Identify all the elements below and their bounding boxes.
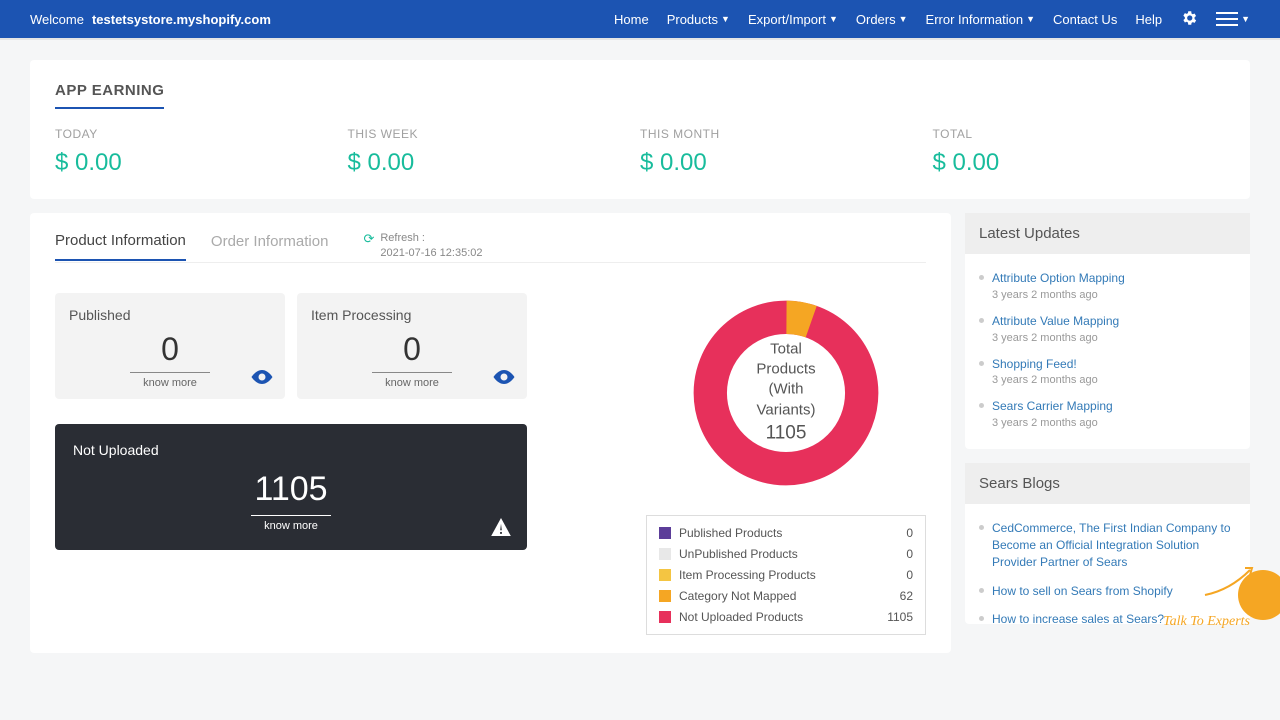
list-item: Shopping Feed!3 years 2 months ago [979,350,1236,393]
nav-orders[interactable]: Orders▼ [856,12,908,27]
update-meta: 3 years 2 months ago [992,332,1236,344]
legend-value: 62 [900,589,913,603]
earning-total: TOTAL $ 0.00 [933,127,1226,177]
chart-legend: Published Products 0 UnPublished Products… [646,515,926,635]
legend-value: 0 [906,547,913,561]
legend-value: 0 [906,568,913,582]
welcome-area: Welcome testetsystore.myshopify.com [30,12,271,27]
tab-order-info[interactable]: Order Information [211,233,329,260]
update-link[interactable]: Attribute Option Mapping [992,270,1236,287]
legend-swatch [659,590,671,602]
legend-value: 1105 [887,610,913,624]
store-name: testetsystore.myshopify.com [92,12,271,27]
hamburger-menu-icon[interactable]: ▼ [1216,12,1250,26]
nav-help[interactable]: Help [1135,12,1162,27]
panel-title: Sears Blogs [965,463,1250,504]
list-item: CedCommerce, The First Indian Company to… [979,514,1236,576]
nav-products[interactable]: Products▼ [667,12,730,27]
donut-label: (With [756,380,815,400]
warning-icon [491,518,511,536]
legend-label: Item Processing Products [679,568,898,582]
top-nav-links: Home Products▼ Export/Import▼ Orders▼ Er… [614,9,1250,30]
panel-title: Latest Updates [965,213,1250,254]
tab-product-info[interactable]: Product Information [55,232,186,261]
product-info-panel: Product Information Order Information ⟳ … [30,213,951,653]
bullet-icon [979,275,984,280]
products-donut-chart: Total Products (With Variants) 1105 [686,293,886,493]
legend-swatch [659,569,671,581]
bullet-icon [979,361,984,366]
update-meta: 3 years 2 months ago [992,374,1236,386]
talk-to-experts-label: Talk To Experts [1163,614,1250,630]
latest-updates-panel: Latest Updates Attribute Option Mapping 3… [965,213,1250,449]
refresh-timestamp: 2021-07-16 12:35:02 [380,246,482,261]
tile-item-processing: Item Processing 0 know more [297,293,527,399]
nav-error-info[interactable]: Error Information▼ [926,12,1035,27]
earning-today: TODAY $ 0.00 [55,127,348,177]
donut-label: Variants) [756,400,815,420]
chevron-down-icon: ▼ [829,14,838,24]
list-item: Sears Carrier Mapping 3 years 2 months ag… [979,392,1236,435]
legend-label: Published Products [679,526,898,540]
update-meta: 3 years 2 months ago [992,289,1236,301]
donut-label: Products [756,360,815,380]
eye-icon[interactable] [251,368,273,389]
bullet-icon [979,616,984,621]
legend-label: Not Uploaded Products [679,610,879,624]
chevron-down-icon: ▼ [899,14,908,24]
app-earning-panel: APP EARNING TODAY $ 0.00 THIS WEEK $ 0.0… [30,60,1250,199]
top-navbar: Welcome testetsystore.myshopify.com Home… [0,0,1280,40]
bullet-icon [979,318,984,323]
nav-home[interactable]: Home [614,12,649,27]
refresh-label: Refresh : [380,231,482,246]
panel-title: APP EARNING [55,82,164,109]
update-meta: 3 years 2 months ago [992,417,1236,429]
donut-label: Total [756,339,815,359]
tile-published: Published 0 know more [55,293,285,399]
refresh-area[interactable]: ⟳ Refresh : 2021-07-16 12:35:02 [363,231,482,262]
list-item: Attribute Value Mapping 3 years 2 months … [979,307,1236,350]
sears-blogs-panel: Sears Blogs CedCommerce, The First India… [965,463,1250,624]
list-item: Attribute Option Mapping 3 years 2 months… [979,264,1236,307]
update-link[interactable]: Sears Carrier Mapping [992,398,1236,415]
donut-total: 1105 [756,420,815,446]
legend-swatch [659,527,671,539]
welcome-label: Welcome [30,12,84,27]
earning-week: THIS WEEK $ 0.00 [348,127,641,177]
know-more-link[interactable]: know more [372,372,452,389]
legend-value: 0 [906,526,913,540]
legend-label: Category Not Mapped [679,589,892,603]
arrow-icon [1200,560,1260,600]
know-more-link[interactable]: know more [251,515,331,532]
list-item: How to sell on Sears from Shopify [979,577,1236,606]
chevron-down-icon: ▼ [721,14,730,24]
eye-icon[interactable] [493,368,515,389]
nav-contact-us[interactable]: Contact Us [1053,12,1117,27]
know-more-link[interactable]: know more [130,372,210,389]
gear-icon[interactable] [1180,9,1198,30]
refresh-icon: ⟳ [363,231,374,247]
chevron-down-icon: ▼ [1026,14,1035,24]
bullet-icon [979,525,984,530]
legend-swatch [659,611,671,623]
bullet-icon [979,588,984,593]
update-link[interactable]: Shopping Feed! [992,356,1236,373]
legend-swatch [659,548,671,560]
earning-month: THIS MONTH $ 0.00 [640,127,933,177]
update-link[interactable]: Attribute Value Mapping [992,313,1236,330]
chevron-down-icon: ▼ [1241,14,1250,24]
nav-export-import[interactable]: Export/Import▼ [748,12,838,27]
bullet-icon [979,403,984,408]
tile-not-uploaded: Not Uploaded 1105 know more [55,424,527,550]
legend-label: UnPublished Products [679,547,898,561]
